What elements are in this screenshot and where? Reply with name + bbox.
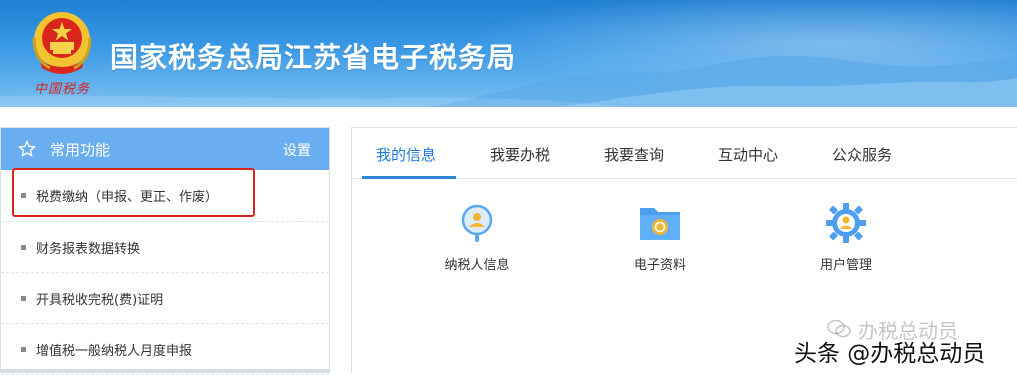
- bullet-icon: [21, 295, 26, 301]
- quick-link-label: 用户管理: [819, 258, 872, 273]
- function-item-tax-certificate[interactable]: 开具税收完税(费)证明: [1, 273, 329, 324]
- quick-link-electronic-documents[interactable]: 电子资料: [605, 202, 715, 273]
- header-banner: 中国税务 国家税务总局江苏省电子税务局: [0, 0, 1017, 107]
- taxpayer-search-icon: [461, 204, 493, 242]
- folder-icon: [640, 208, 680, 240]
- watermark-text: 头条 @办税总动员: [794, 341, 986, 367]
- settings-link[interactable]: 设置: [283, 140, 311, 160]
- bullet-icon: [21, 346, 26, 352]
- gear-user-icon: [826, 203, 866, 243]
- annotation-highlight-box: [12, 168, 255, 217]
- quick-link-user-management[interactable]: 用户管理: [791, 202, 901, 273]
- tab-my-info[interactable]: 我的信息: [376, 144, 436, 165]
- common-functions-panel: 常用功能 设置 税费缴纳（申报、更正、作废） 财务报表数据转换 开具税收完税(费…: [0, 127, 330, 375]
- function-item-label: 财务报表数据转换: [36, 241, 141, 257]
- function-item-vat-monthly[interactable]: 增值税一般纳税人月度申报: [1, 324, 329, 375]
- tab-bar: 我的信息 我要办税 我要查询 互动中心 公众服务: [352, 128, 1017, 179]
- common-functions-header: 常用功能 设置: [1, 128, 329, 170]
- tab-interaction-center[interactable]: 互动中心: [718, 144, 778, 165]
- national-emblem-icon: [32, 12, 92, 74]
- bullet-icon: [21, 244, 26, 250]
- site-title: 国家税务总局江苏省电子税务局: [110, 41, 517, 74]
- active-tab-indicator: [362, 176, 456, 179]
- quick-link-label: 电子资料: [633, 258, 686, 273]
- quick-link-taxpayer-info[interactable]: 纳税人信息: [422, 202, 532, 273]
- quick-link-label: 纳税人信息: [444, 258, 510, 273]
- tab-public-service[interactable]: 公众服务: [832, 144, 892, 165]
- left-panel-bottom-border: [0, 369, 330, 373]
- tab-query[interactable]: 我要查询: [604, 144, 664, 165]
- star-icon: [18, 140, 36, 157]
- function-item-financial-report[interactable]: 财务报表数据转换: [1, 222, 329, 273]
- emblem-caption: 中国税务: [34, 82, 91, 97]
- common-functions-title: 常用功能: [50, 140, 111, 159]
- function-item-label: 增值税一般纳税人月度申报: [36, 343, 193, 359]
- function-item-label: 开具税收完税(费)证明: [36, 292, 164, 308]
- tab-handle-tax[interactable]: 我要办税: [490, 144, 550, 165]
